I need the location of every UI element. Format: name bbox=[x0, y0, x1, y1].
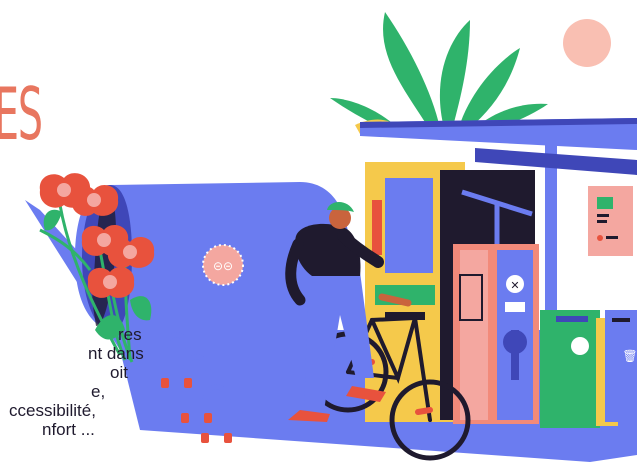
paragraph-line: nt dans bbox=[88, 344, 144, 363]
sun-circle bbox=[563, 19, 611, 67]
trash-bins: 🗑 bbox=[540, 310, 637, 428]
plant-leaves bbox=[330, 12, 548, 136]
svg-text:⊝⊝: ⊝⊝ bbox=[213, 259, 233, 273]
svg-text:✕: ✕ bbox=[510, 279, 519, 292]
svg-text:🗑: 🗑 bbox=[622, 349, 637, 363]
paragraph-line: ccessibilité, bbox=[9, 401, 96, 420]
page-heading: ES bbox=[0, 72, 43, 156]
body-paragraph: res nt dans oit e, ccessibilité, nfort .… bbox=[0, 325, 170, 439]
info-board bbox=[588, 186, 633, 256]
paragraph-line: nfort ... bbox=[42, 420, 95, 439]
paragraph-line: e, bbox=[91, 382, 106, 401]
repair-pole: ✕ bbox=[453, 244, 539, 424]
paragraph-line: res bbox=[118, 325, 142, 344]
paragraph-line: oit bbox=[110, 363, 128, 382]
